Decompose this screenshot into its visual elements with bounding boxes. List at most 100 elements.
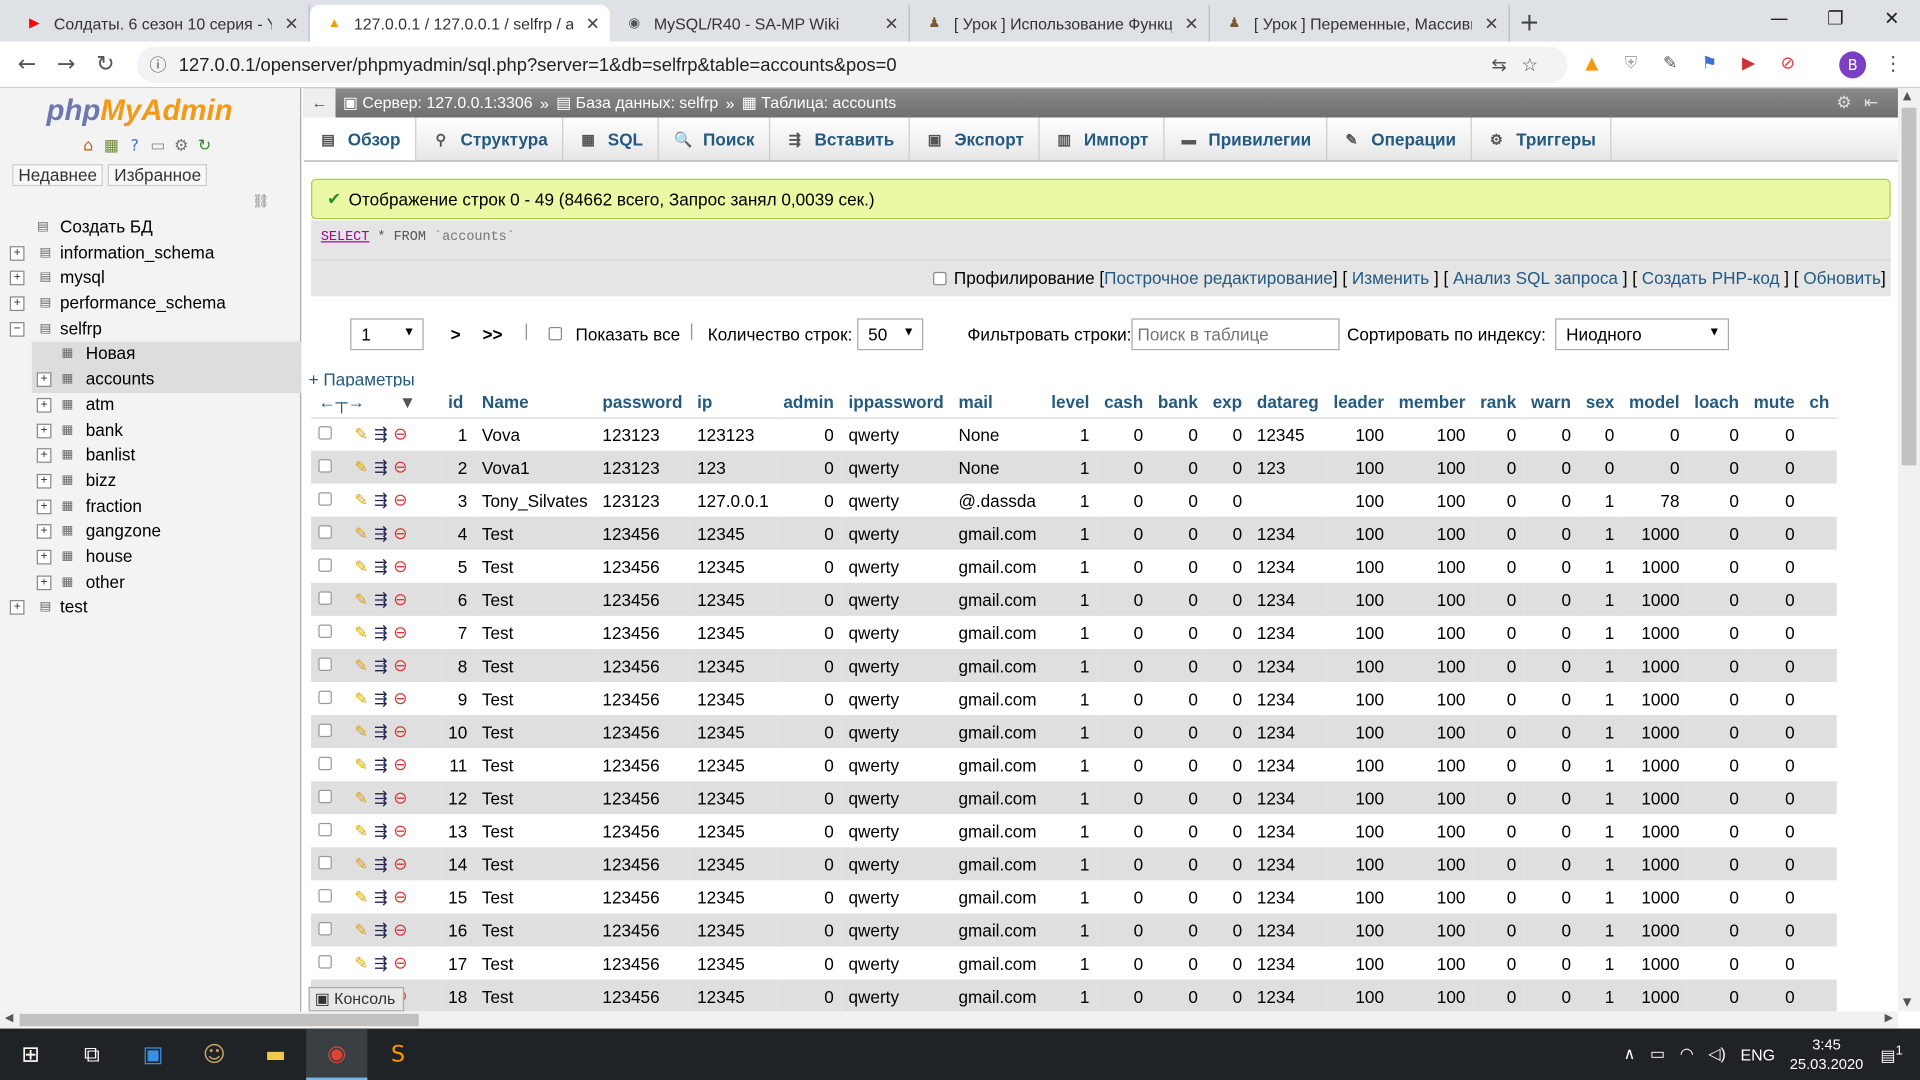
expand-toggle-icon[interactable]: + (36, 473, 52, 489)
column-header[interactable]: cash (1096, 386, 1151, 419)
edit-pencil-icon[interactable]: ✎ (351, 789, 371, 809)
row-checkbox[interactable] (318, 657, 332, 672)
close-tab-icon[interactable]: ✕ (1484, 13, 1498, 34)
expand-toggle-icon[interactable]: + (36, 423, 52, 438)
copy-row-icon[interactable]: ⇶ (371, 789, 391, 809)
shield-extension-icon[interactable]: ⛨ (1619, 51, 1643, 75)
edit-pencil-icon[interactable]: ✎ (351, 425, 371, 445)
edit-pencil-icon[interactable]: ✎ (351, 722, 371, 742)
delete-row-icon[interactable]: ⊖ (391, 457, 411, 478)
start-button[interactable]: ⊞ (0, 1029, 61, 1080)
vertical-scrollbar[interactable]: ▲ ▼ (1897, 88, 1920, 1012)
recent-button[interactable]: Недавнее (12, 164, 104, 187)
edit-pencil-icon[interactable]: ✎ (351, 921, 371, 941)
profiling-checkbox[interactable] (933, 271, 947, 286)
row-checkbox[interactable] (318, 492, 332, 506)
row-checkbox[interactable] (318, 591, 332, 605)
sort-index-select[interactable]: Ниодного ▼ (1555, 318, 1729, 351)
edit-pencil-icon[interactable]: ✎ (351, 557, 371, 577)
home-icon[interactable]: ⌂ (78, 137, 98, 155)
column-resize-icon[interactable]: ←┬→ (318, 392, 364, 412)
row-checkbox[interactable] (318, 723, 332, 738)
expand-toggle-icon[interactable]: + (36, 524, 52, 540)
delete-row-icon[interactable]: ⊖ (391, 820, 411, 841)
expand-toggle-icon[interactable]: + (9, 271, 25, 286)
bookmark-star-icon[interactable]: ⇆☆ (1491, 54, 1552, 76)
edit-pencil-icon[interactable]: ✎ (351, 756, 371, 776)
breadcrumb-table[interactable]: ▦ Таблица: accounts (742, 93, 896, 113)
close-window-button[interactable]: ✕ (1864, 0, 1920, 39)
forward-button[interactable]: → (47, 51, 86, 77)
copy-row-icon[interactable]: ⇶ (371, 524, 391, 544)
expand-toggle-icon[interactable]: + (36, 549, 52, 565)
new-tab-button[interactable]: + (1510, 5, 1549, 42)
back-button[interactable]: ← (7, 51, 46, 77)
battery-icon[interactable]: ▭ (1650, 1044, 1665, 1064)
browser-tab[interactable]: ◉ MySQL/R40 - SA-MP Wiki ✕ (610, 4, 910, 42)
column-header[interactable]: warn (1523, 386, 1579, 419)
row-checkbox[interactable] (318, 756, 332, 771)
tree-node[interactable]: + ▦ bizz (0, 469, 301, 494)
favorites-button[interactable]: Избранное (108, 164, 208, 187)
browser-tab[interactable]: ♟ [ Урок ] Переменные, Массивы, ✕ (1210, 4, 1510, 42)
file-explorer-icon[interactable]: ▬ (245, 1029, 306, 1080)
delete-row-icon[interactable]: ⊖ (391, 556, 411, 577)
row-checkbox[interactable] (318, 789, 332, 804)
delete-row-icon[interactable]: ⊖ (391, 920, 411, 941)
tree-node[interactable]: + ▦ atm (0, 393, 301, 418)
delete-row-icon[interactable]: ⊖ (391, 721, 411, 742)
edit-pencil-icon[interactable]: ✎ (351, 590, 371, 610)
delete-row-icon[interactable]: ⊖ (391, 523, 411, 544)
browser-tab[interactable]: ▲ 127.0.0.1 / 127.0.0.1 / selfrp / acc ✕ (309, 4, 610, 42)
copy-row-icon[interactable]: ⇶ (371, 756, 391, 776)
copy-row-icon[interactable]: ⇶ (371, 590, 391, 610)
logout-icon[interactable]: ▦ (102, 137, 122, 155)
scroll-left-icon[interactable]: ◀ (5, 1013, 13, 1025)
edit-pencil-icon[interactable]: ✎ (351, 689, 371, 709)
reload-button[interactable]: ↻ (86, 51, 125, 77)
delete-row-icon[interactable]: ⊖ (391, 688, 411, 709)
column-header[interactable]: id (440, 386, 475, 419)
analyze-sql-link[interactable]: Анализ SQL запроса (1453, 268, 1618, 288)
scroll-thumb[interactable] (1901, 107, 1917, 466)
column-header[interactable]: mail (951, 386, 1044, 419)
expand-toggle-icon[interactable]: + (9, 600, 25, 616)
close-tab-icon[interactable]: ✕ (284, 13, 298, 34)
block-extension-icon[interactable]: ⊘ (1776, 51, 1800, 75)
tab-2[interactable]: ▦ SQL (564, 117, 659, 161)
sublime-taskbar-icon[interactable]: S (367, 1029, 428, 1080)
wifi-icon[interactable]: ◠ (1680, 1044, 1694, 1064)
breadcrumb-server[interactable]: ▣ Сервер: 127.0.0.1:3306 (343, 93, 533, 113)
column-header[interactable]: ip (689, 386, 776, 419)
copy-row-icon[interactable]: ⇶ (371, 656, 391, 676)
delete-row-icon[interactable]: ⊖ (391, 754, 411, 775)
column-header[interactable]: Name (474, 386, 596, 419)
tree-node[interactable]: + ▦ accounts (31, 367, 302, 393)
copy-row-icon[interactable]: ⇶ (371, 689, 391, 709)
delete-row-icon[interactable]: ⊖ (391, 589, 411, 610)
media-extension-icon[interactable]: ▶ (1736, 51, 1760, 75)
edit-pencil-icon[interactable]: ✎ (351, 623, 371, 643)
close-tab-icon[interactable]: ✕ (586, 13, 600, 34)
docs-icon[interactable]: ▭ (148, 137, 168, 155)
expand-toggle-icon[interactable]: + (9, 245, 25, 261)
copy-row-icon[interactable]: ⇶ (371, 458, 391, 478)
link-with-main-icon[interactable]: ⛓ (252, 193, 269, 209)
delete-row-icon[interactable]: ⊖ (391, 887, 411, 908)
tree-node[interactable]: + ▤ performance_schema (0, 292, 301, 317)
tab-1[interactable]: ⚲ Структура (416, 117, 564, 161)
delete-row-icon[interactable]: ⊖ (391, 655, 411, 676)
next-page-button[interactable]: > (451, 324, 461, 344)
app-window-icon[interactable]: ▣ (122, 1029, 183, 1080)
column-header[interactable]: password (595, 386, 690, 419)
game-app-icon[interactable]: ☺ (184, 1029, 245, 1080)
column-header[interactable]: sex (1578, 386, 1622, 419)
phpmyadmin-logo[interactable]: phpMyAdmin (47, 94, 233, 128)
tab-4[interactable]: ⇶ Вставить (770, 117, 911, 161)
task-view-icon[interactable]: ⧉ (61, 1029, 122, 1080)
browser-tab[interactable]: ▶ Солдаты. 6 сезон 10 серия - You ✕ (10, 4, 310, 42)
expand-toggle-icon[interactable]: + (9, 296, 25, 312)
tree-node[interactable]: − ▤ selfrp (0, 317, 301, 342)
edit-pencil-icon[interactable]: ✎ (351, 524, 371, 544)
row-checkbox[interactable] (318, 690, 332, 705)
